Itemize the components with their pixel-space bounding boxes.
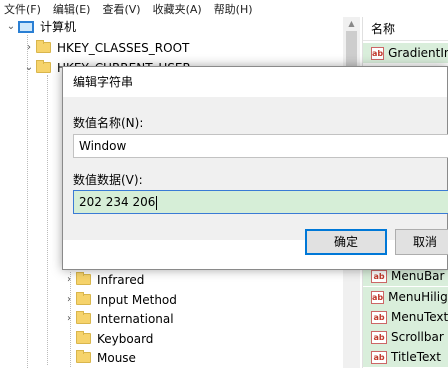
list-item[interactable]: ab TitleText [363,347,448,367]
tree-item-label: Input Method [97,292,177,307]
tree-item-label: 计算机 [40,20,77,34]
string-value-icon: ab [371,350,387,364]
chevron-down-icon[interactable]: ⌄ [22,62,36,73]
menu-view[interactable]: 查看(V) [102,1,140,17]
folder-icon [76,331,91,344]
tree-item-hkcr[interactable]: › HKEY_CLASSES_ROOT [22,38,189,57]
string-value-icon: ab [371,330,387,344]
tree-item-input-method[interactable]: › Input Method [62,290,177,309]
tree-item-label: Mouse [97,350,136,365]
tree-item-international[interactable]: › International [62,309,174,328]
menu-file[interactable]: 文件(F) [4,1,41,17]
string-value-icon: ab [371,46,385,60]
value-name-label: 数值名称(N): [73,116,144,130]
chevron-down-icon[interactable]: ⌄ [4,21,18,32]
tree-item-keyboard[interactable]: Keyboard [62,329,153,348]
menu-help[interactable]: 帮助(H) [214,1,253,17]
tree-guide-line [27,35,28,368]
list-item[interactable]: ab GradientIn [363,43,448,63]
tree-item-label: Infrared [97,272,145,287]
tree-item-mouse[interactable]: Mouse [62,348,136,367]
value-data-input[interactable]: 202 234 206 [73,190,448,214]
computer-icon [18,20,34,33]
menu-edit[interactable]: 编辑(E) [53,1,91,17]
chevron-right-icon[interactable]: › [62,313,76,324]
folder-icon [76,272,91,285]
list-item-label: MenuBar [391,269,445,283]
list-item-label: TitleText [391,350,441,364]
list-item-label: Scrollbar [391,330,444,344]
value-data-label: 数值数据(V): [73,173,143,187]
string-value-icon: ab [371,290,385,304]
string-value-icon: ab [371,269,387,283]
folder-icon [36,60,51,73]
chevron-right-icon[interactable]: › [62,274,76,285]
list-item-label: MenuText [391,310,448,324]
folder-icon [36,40,51,53]
chevron-right-icon[interactable]: › [62,294,76,305]
dialog-body: 数值名称(N): Window 数值数据(V): 202 234 206 [63,97,448,240]
text-caret [156,195,158,210]
scroll-up-icon[interactable]: ▲ [343,17,360,31]
list-item-label: MenuHiligh [388,290,448,304]
folder-icon [76,292,91,305]
value-data-text: 202 234 206 [79,195,156,209]
chevron-right-icon[interactable]: › [22,42,36,53]
column-header-name[interactable]: 名称 [363,17,448,41]
tree-item-infrared[interactable]: › Infrared [62,270,144,289]
list-item-label: GradientIn [388,46,448,60]
list-item[interactable]: ab MenuText [363,307,448,327]
tree-guide-line [47,75,48,365]
cancel-button[interactable]: 取消 [395,229,448,255]
ok-button[interactable]: 确定 [305,229,387,255]
tree-item-label: HKEY_CLASSES_ROOT [57,40,190,55]
list-item[interactable]: ab Scrollbar [363,327,448,347]
tree-item-label: Keyboard [97,331,154,346]
tree-item-computer[interactable]: ⌄ 计算机 [4,17,76,36]
menu-bar: 文件(F) 编辑(E) 查看(V) 收藏夹(A) 帮助(H) [0,0,448,17]
folder-icon [76,350,91,363]
string-value-icon: ab [371,310,387,324]
list-item[interactable]: ab MenuHiligh [363,287,448,307]
folder-icon [76,311,91,324]
edit-string-dialog: 编辑字符串 数值名称(N): Window 数值数据(V): 202 234 2… [62,66,448,270]
value-name-field[interactable]: Window [73,134,448,158]
tree-item-label: International [97,311,174,326]
menu-favorites[interactable]: 收藏夹(A) [153,1,202,17]
dialog-title: 编辑字符串 [63,67,447,97]
